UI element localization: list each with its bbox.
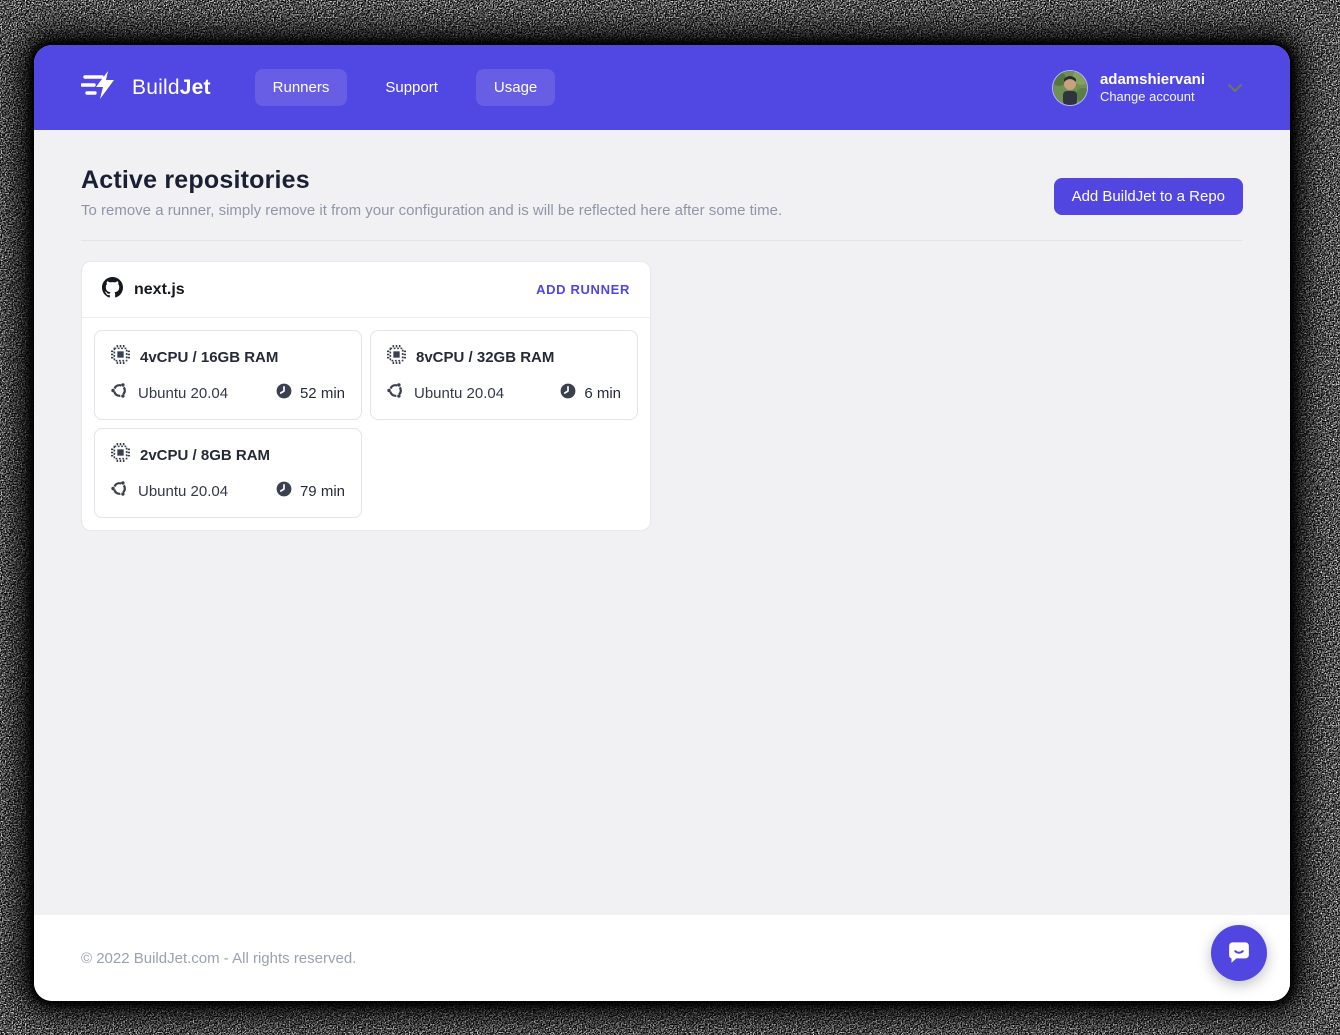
main-nav: Runners Support Usage — [254, 69, 556, 106]
navbar: BuildJet Runners Support Usage adamshier… — [34, 45, 1290, 130]
clock-icon — [560, 383, 576, 404]
chevron-down-icon[interactable] — [1227, 83, 1243, 93]
runner-grid: 4vCPU / 16GB RAM Ubuntu 20.04 52 min 8vC… — [82, 318, 650, 530]
main-content: Active repositories To remove a runner, … — [34, 130, 1290, 915]
nav-item-runners[interactable]: Runners — [254, 69, 348, 106]
runner-card: 8vCPU / 32GB RAM Ubuntu 20.04 6 min — [370, 330, 638, 420]
nav-item-support[interactable]: Support — [367, 69, 456, 106]
ubuntu-icon — [111, 480, 128, 502]
app-window: BuildJet Runners Support Usage adamshier… — [34, 45, 1290, 1001]
add-buildjet-to-repo-button[interactable]: Add BuildJet to a Repo — [1053, 178, 1243, 215]
page-head-text: Active repositories To remove a runner, … — [81, 166, 782, 219]
add-runner-link[interactable]: ADD RUNNER — [536, 282, 630, 297]
repo-card-header: next.js ADD RUNNER — [82, 262, 650, 318]
divider — [81, 240, 1243, 241]
page-title: Active repositories — [81, 166, 310, 194]
clock-icon — [276, 383, 292, 404]
account-text: adamshiervani Change account — [1100, 71, 1205, 105]
buildjet-logo[interactable]: BuildJet — [80, 71, 211, 104]
cpu-chip-icon — [387, 345, 406, 369]
nav-item-usage[interactable]: Usage — [475, 69, 556, 106]
chat-bubble-icon — [1224, 937, 1254, 970]
chat-launcher-button[interactable] — [1211, 925, 1267, 981]
cpu-chip-icon — [111, 443, 130, 467]
runner-card: 2vCPU / 8GB RAM Ubuntu 20.04 79 min — [94, 428, 362, 518]
account-change-link[interactable]: Change account — [1100, 89, 1205, 104]
runner-os: Ubuntu 20.04 — [414, 384, 505, 402]
runner-os: Ubuntu 20.04 — [138, 482, 229, 500]
cpu-chip-icon — [111, 345, 130, 369]
runner-specs: 8vCPU / 32GB RAM — [416, 348, 555, 366]
page-head: Active repositories To remove a runner, … — [81, 166, 1243, 219]
runner-card: 4vCPU / 16GB RAM Ubuntu 20.04 52 min — [94, 330, 362, 420]
runner-time: 79 min — [299, 482, 345, 500]
page-subtitle: To remove a runner, simply remove it fro… — [81, 202, 783, 219]
brand-name: BuildJet — [132, 75, 211, 99]
avatar — [1051, 69, 1088, 106]
repo-card: next.js ADD RUNNER 4vCPU / 16GB RAM Ubun… — [81, 261, 651, 531]
github-icon — [102, 276, 123, 303]
account-menu[interactable]: adamshiervani Change account — [1051, 69, 1243, 106]
repo-name: next.js — [134, 280, 185, 298]
ubuntu-icon — [111, 382, 128, 404]
ubuntu-icon — [387, 382, 404, 404]
runner-specs: 4vCPU / 16GB RAM — [140, 348, 279, 366]
account-username: adamshiervani — [1099, 70, 1205, 88]
buildjet-bolt-icon — [80, 71, 121, 104]
runner-time: 6 min — [584, 384, 621, 402]
runner-os: Ubuntu 20.04 — [138, 384, 229, 402]
clock-icon — [276, 481, 292, 502]
runner-time: 52 min — [299, 384, 345, 402]
copyright-text: © 2022 BuildJet.com - All rights reserve… — [81, 949, 357, 967]
runner-specs: 2vCPU / 8GB RAM — [140, 446, 271, 464]
footer: © 2022 BuildJet.com - All rights reserve… — [34, 915, 1290, 1001]
